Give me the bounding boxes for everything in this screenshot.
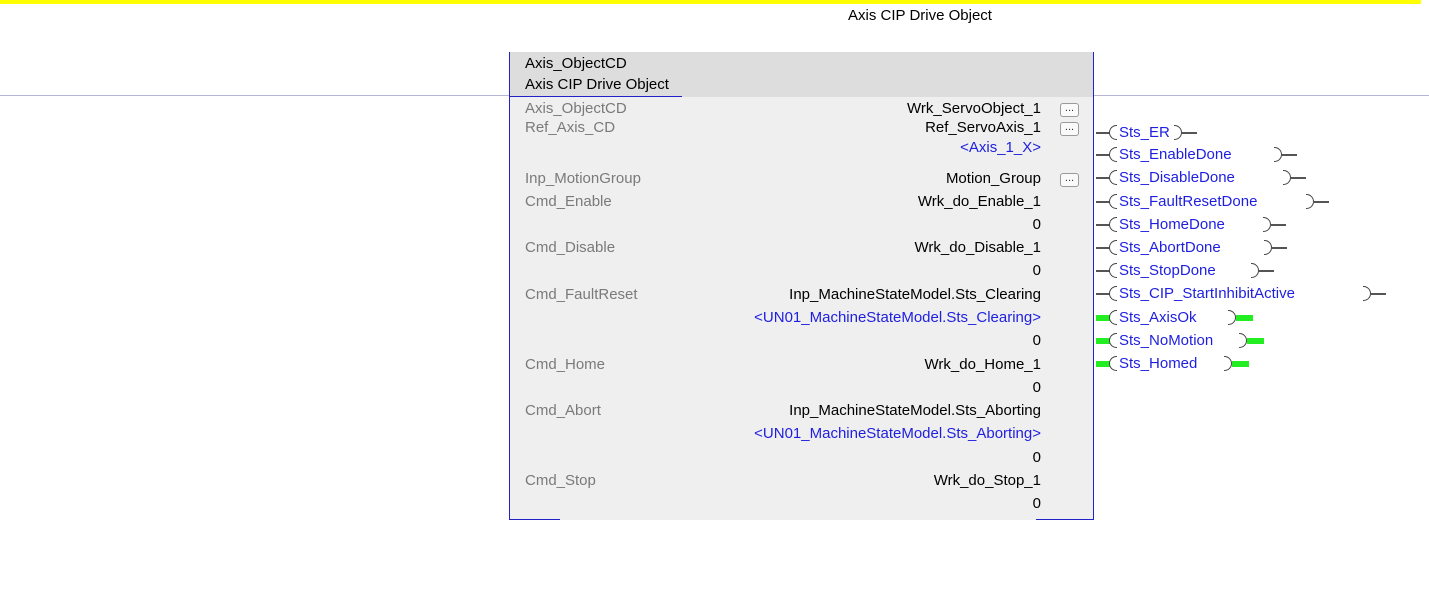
- coil-label: Sts_Homed: [1119, 355, 1198, 372]
- coil-label: Sts_FaultResetDone: [1119, 193, 1258, 210]
- selected-rung-highlight: [0, 0, 1421, 4]
- coil-right-paren: [1274, 147, 1282, 162]
- rung-wire-right: [1092, 95, 1429, 96]
- param-current-cmd-enable: 0: [1032, 216, 1041, 233]
- coil-label: Sts_StopDone: [1119, 262, 1216, 279]
- coil-wire: [1096, 270, 1110, 272]
- coil-right-paren: [1228, 310, 1236, 325]
- coil-label: Sts_AbortDone: [1119, 239, 1221, 256]
- browse-button-inp-motiongroup[interactable]: ...: [1060, 173, 1079, 187]
- coil-left-paren: [1109, 263, 1117, 278]
- coil-left-paren: [1109, 286, 1117, 301]
- param-value-inp-motiongroup[interactable]: Motion_Group: [946, 170, 1041, 188]
- param-name-cmd-home: Cmd_Home: [525, 356, 606, 373]
- param-current-cmd-faultreset: 0: [1032, 332, 1041, 349]
- instruction-header: Axis_ObjectCD Axis CIP Drive Object: [510, 52, 1093, 97]
- param-current-cmd-disable: 0: [1032, 262, 1041, 279]
- coil-label: Sts_HomeDone: [1119, 216, 1225, 233]
- coil-right-paren: [1363, 286, 1371, 301]
- coil-wire: [1096, 154, 1110, 156]
- param-name-ref-axis-cd: Ref_Axis_CD: [525, 119, 616, 136]
- coil-label: Sts_ER: [1119, 124, 1170, 141]
- block-bottom-wire-right: [1036, 519, 1093, 520]
- coil-left-paren: [1109, 310, 1117, 325]
- alias-cmd-abort: <UN01_MachineStateModel.Sts_Aborting>: [754, 425, 1041, 442]
- coil-label: Sts_DisableDone: [1119, 169, 1235, 186]
- coil-left-paren: [1109, 170, 1117, 185]
- coil-wire: [1096, 201, 1110, 203]
- param-value-cmd-disable[interactable]: Wrk_do_Disable_1: [915, 239, 1041, 257]
- param-name-cmd-faultreset: Cmd_FaultReset: [525, 286, 638, 303]
- coil-right-paren: [1306, 194, 1314, 209]
- param-current-cmd-home: 0: [1032, 379, 1041, 396]
- coil-wire: [1096, 247, 1110, 249]
- coil-wire: [1096, 224, 1110, 226]
- coil-wire: [1282, 154, 1297, 156]
- coil-left-paren: [1109, 194, 1117, 209]
- coil-right-paren: [1264, 240, 1272, 255]
- alias-ref-axis-cd: <Axis_1_X>: [960, 139, 1041, 156]
- coil-wire: [1259, 270, 1274, 272]
- param-value-ref-axis-cd[interactable]: Ref_ServoAxis_1: [925, 119, 1041, 137]
- instruction-tag[interactable]: Axis_ObjectCD: [525, 55, 627, 73]
- coil-wire-energized: [1232, 361, 1249, 367]
- coil-wire-energized: [1096, 361, 1110, 367]
- coil-wire: [1371, 293, 1386, 295]
- coil-left-paren: [1109, 240, 1117, 255]
- coil-wire: [1272, 247, 1287, 249]
- coil-wire-energized: [1096, 315, 1110, 321]
- param-value-cmd-stop[interactable]: Wrk_do_Stop_1: [934, 472, 1041, 490]
- param-name-cmd-abort: Cmd_Abort: [525, 402, 601, 419]
- coil-left-paren: [1109, 147, 1117, 162]
- coil-wire-energized: [1247, 338, 1264, 344]
- coil-label: Sts_AxisOk: [1119, 309, 1197, 326]
- param-name-inp-motiongroup: Inp_MotionGroup: [525, 170, 641, 187]
- coil-wire: [1096, 177, 1110, 179]
- browse-button-axis-objectcd[interactable]: ...: [1060, 103, 1079, 117]
- coil-right-paren: [1263, 217, 1271, 232]
- param-value-cmd-abort[interactable]: Inp_MachineStateModel.Sts_Aborting: [789, 402, 1041, 420]
- aoi-instruction-block[interactable]: Axis_ObjectCD Axis CIP Drive Object Axis…: [509, 52, 1094, 520]
- coil-label: Sts_CIP_StartInhibitActive: [1119, 285, 1295, 302]
- param-value-cmd-enable[interactable]: Wrk_do_Enable_1: [918, 193, 1041, 211]
- param-value-axis-objectcd[interactable]: Wrk_ServoObject_1: [907, 100, 1041, 118]
- param-name-cmd-enable: Cmd_Enable: [525, 193, 612, 210]
- coil-right-paren: [1251, 263, 1259, 278]
- param-name-axis-objectcd: Axis_ObjectCD: [525, 100, 627, 117]
- coil-label: Sts_EnableDone: [1119, 146, 1232, 163]
- coil-wire: [1096, 132, 1110, 134]
- header-underline: [510, 96, 682, 97]
- coil-right-paren: [1224, 356, 1232, 371]
- param-name-cmd-disable: Cmd_Disable: [525, 239, 616, 256]
- param-current-cmd-stop: 0: [1032, 495, 1041, 512]
- coil-wire: [1182, 132, 1197, 134]
- block-bottom-wire-left: [509, 519, 560, 520]
- browse-button-ref-axis-cd[interactable]: ...: [1060, 122, 1079, 136]
- instruction-description: Axis CIP Drive Object: [525, 76, 669, 93]
- coil-wire: [1271, 224, 1286, 226]
- param-current-cmd-abort: 0: [1032, 449, 1041, 466]
- rung-wire-left: [0, 95, 510, 96]
- coil-right-paren: [1283, 170, 1291, 185]
- coil-wire-energized: [1096, 338, 1110, 344]
- instruction-type-title: Axis CIP Drive Object: [848, 7, 992, 24]
- param-name-cmd-stop: Cmd_Stop: [525, 472, 596, 489]
- coil-left-paren: [1109, 333, 1117, 348]
- coil-wire: [1314, 201, 1329, 203]
- coil-left-paren: [1109, 125, 1117, 140]
- coil-wire: [1291, 177, 1306, 179]
- coil-wire: [1096, 293, 1110, 295]
- param-value-cmd-faultreset[interactable]: Inp_MachineStateModel.Sts_Clearing: [789, 286, 1041, 304]
- coil-right-paren: [1239, 333, 1247, 348]
- coil-right-paren: [1174, 125, 1182, 140]
- coil-left-paren: [1109, 356, 1117, 371]
- param-value-cmd-home[interactable]: Wrk_do_Home_1: [925, 356, 1041, 374]
- coil-wire-energized: [1236, 315, 1253, 321]
- coil-label: Sts_NoMotion: [1119, 332, 1214, 349]
- coil-left-paren: [1109, 217, 1117, 232]
- alias-cmd-faultreset: <UN01_MachineStateModel.Sts_Clearing>: [754, 309, 1041, 326]
